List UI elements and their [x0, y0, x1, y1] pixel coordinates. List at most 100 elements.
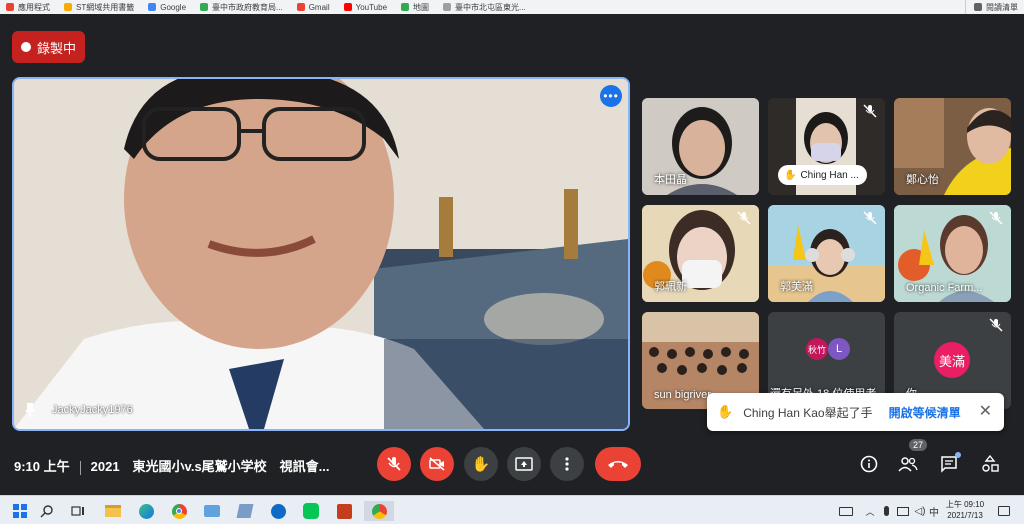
control-bar: 9:10 上午 2021 東光國小v.s尾鷲小学校 視訊會... ✋ 27 [0, 437, 1024, 495]
participant-name: 鄭心怡 [906, 174, 939, 186]
avatar: 秋竹 [806, 338, 828, 360]
folder-icon [64, 3, 72, 11]
activities-button[interactable] [977, 451, 1003, 477]
more-options-button[interactable] [550, 447, 584, 481]
main-speaker-tile[interactable]: ••• JackyJacky1976 [12, 77, 630, 431]
youtube-icon [343, 3, 352, 11]
chat-button[interactable] [936, 451, 962, 477]
chrome-icon[interactable] [169, 501, 189, 521]
activities-icon [982, 455, 999, 472]
bookmarks-bar: 應用程式 ST網域共用書籤 Google 臺中市政府教育局... Gmail Y… [0, 0, 1024, 14]
mic-toggle-button[interactable] [377, 447, 411, 481]
keyboard-icon[interactable] [836, 501, 856, 521]
raised-hand-chip: ✋ Ching Han ... [778, 165, 867, 185]
teamviewer-icon[interactable] [268, 501, 288, 521]
globe-icon [200, 3, 209, 11]
raised-hand-icon: ✋ [717, 404, 734, 419]
participant-tile[interactable]: Organic Farm... [894, 205, 1011, 302]
meeting-info: 9:10 上午 2021 東光國小v.s尾鷲小学校 視訊會... [14, 456, 330, 475]
participant-name: 郭美滿 [780, 281, 813, 293]
notification-icon[interactable] [994, 501, 1014, 521]
search-icon[interactable] [37, 501, 57, 521]
page-icon [443, 3, 452, 11]
close-icon[interactable]: ✕ [979, 401, 992, 421]
hang-up-icon [608, 461, 628, 468]
clock[interactable]: 上午 09:10 2021/7/13 [940, 499, 990, 521]
mic-off-icon [863, 104, 877, 118]
participant-name: sun bigriver [654, 389, 711, 401]
participants-count-badge: 27 [909, 439, 928, 451]
task-view-icon[interactable] [68, 501, 88, 521]
line-icon[interactable] [301, 501, 321, 521]
mic-off-icon [737, 211, 751, 225]
reading-list-icon [974, 3, 982, 11]
participant-tile[interactable]: 郭美滿 [768, 205, 885, 302]
gmail-icon [296, 3, 305, 11]
participant-name: Ching Han ... [800, 169, 859, 181]
more-vert-icon [565, 457, 569, 471]
present-icon [515, 457, 533, 471]
camera-toggle-button[interactable] [420, 447, 454, 481]
chat-icon [941, 456, 957, 473]
present-button[interactable] [507, 447, 541, 481]
meeting-details-button[interactable] [856, 451, 882, 477]
bookmark-gmail[interactable]: Gmail [296, 3, 330, 12]
pin-icon[interactable] [24, 403, 36, 417]
chrome-active-icon[interactable] [364, 501, 394, 521]
mic-off-icon [989, 211, 1003, 225]
divider [79, 460, 81, 475]
mic-off-icon [387, 457, 401, 471]
recording-indicator[interactable]: 錄製中 [12, 31, 85, 63]
more-options-button[interactable]: ••• [600, 85, 622, 107]
bookmark-maps[interactable]: 地圖 [401, 2, 429, 13]
speaker-video [14, 79, 628, 429]
edge-icon[interactable] [136, 501, 156, 521]
meeting-time: 9:10 上午 [14, 459, 70, 474]
powerpoint-icon[interactable] [334, 501, 354, 521]
people-button[interactable]: 27 [895, 439, 928, 477]
avatar: 美滿 [934, 342, 970, 378]
raised-hand-toast: ✋ Ching Han Kao舉起了手 開啟等候清單 ✕ [707, 393, 1004, 431]
windows-start-icon[interactable] [10, 501, 30, 521]
bookmark-youtube[interactable]: YouTube [343, 3, 387, 12]
google-icon [148, 3, 157, 11]
raised-hand-icon: ✋ [784, 169, 797, 181]
participant-tile[interactable]: 鄭心怡 [894, 98, 1011, 195]
bookmark-st[interactable]: ST網域共用書籤 [64, 2, 134, 13]
app-icon[interactable] [202, 501, 222, 521]
apps-icon [6, 3, 14, 11]
file-explorer-icon[interactable] [103, 501, 123, 521]
info-icon [860, 455, 878, 473]
recording-label: 錄製中 [36, 40, 76, 56]
mic-off-icon [989, 318, 1003, 332]
hand-icon: ✋ [471, 456, 491, 473]
taskbar: ︿ ◁) 中 上午 09:10 2021/7/13 [0, 495, 1024, 524]
bookmark-edu[interactable]: 臺中市政府教育局... [200, 2, 283, 13]
camera-off-icon [429, 457, 445, 471]
raise-hand-button[interactable]: ✋ [464, 447, 498, 481]
reading-list[interactable]: 閱讀清單 [965, 0, 1018, 14]
bookmark-google[interactable]: Google [148, 3, 186, 12]
record-dot-icon [20, 42, 31, 52]
unread-dot-icon [955, 452, 961, 458]
maps-icon [401, 3, 410, 11]
toast-text: Ching Han Kao舉起了手 [743, 405, 873, 420]
meeting-title: 2021 東光國小v.s尾鷲小学校 視訊會... [90, 459, 330, 474]
participant-tile[interactable]: 本田晶 [642, 98, 759, 195]
participant-tile[interactable]: 郭珮新 [642, 205, 759, 302]
bookmark-apps[interactable]: 應用程式 [6, 2, 50, 13]
bookmark-school[interactable]: 臺中市北屯區東光... [443, 2, 526, 13]
avatar: L [828, 338, 850, 360]
mic-off-icon [863, 211, 877, 225]
participant-name: 郭珮新 [654, 281, 687, 293]
app-icon[interactable] [235, 501, 255, 521]
participant-name: Organic Farm... [906, 282, 983, 294]
participant-name: 本田晶 [654, 174, 687, 186]
speaker-name: JackyJacky1976 [52, 404, 133, 416]
clock-date: 2021/7/13 [947, 511, 983, 520]
open-queue-button[interactable]: 開啟等候清單 [889, 404, 961, 421]
people-icon [898, 457, 918, 472]
clock-time: 上午 09:10 [945, 500, 985, 509]
leave-call-button[interactable] [595, 447, 641, 481]
participant-tile[interactable]: ✋ Ching Han ... [768, 98, 885, 195]
